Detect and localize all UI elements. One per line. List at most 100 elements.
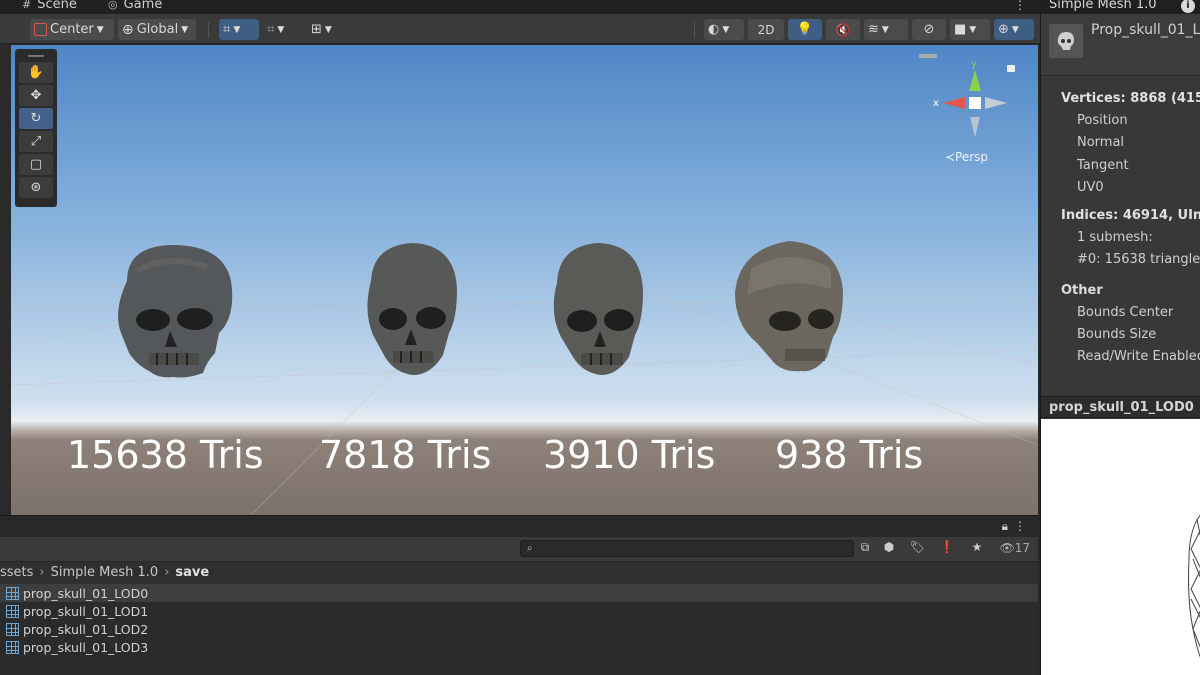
skull-lod2[interactable] [549,241,649,377]
chevron-down-icon: ▼ [722,24,730,35]
list-item[interactable]: prop_skull_01_LOD3 [0,638,1038,656]
chevron-down-icon: ▼ [233,24,241,35]
file-name: prop_skull_01_LOD1 [23,603,149,619]
toggle-2d-button[interactable]: 2D [748,19,784,40]
panel-more-icon[interactable]: ⋮ [1014,519,1026,533]
pivot-label: Center [50,22,94,37]
space-dropdown[interactable]: ⊕ Global ▼ [118,19,196,40]
mesh-icon [6,622,19,636]
inspector-panel: Simple Mesh 1.0 i Prop_skull_01_L Vertic… [1040,0,1200,675]
submesh-0: #0: 15638 triangles [1077,252,1200,268]
gizmo-x-axis[interactable] [943,97,965,109]
inspector-header: Prop_skull_01_L [1041,14,1200,76]
info-icon[interactable]: i [1181,0,1195,13]
vertex-attr: Tangent [1077,157,1129,173]
grid-snap-icon: ⌗ [223,22,231,37]
list-item[interactable]: prop_skull_01_LOD0 [0,584,1038,602]
hand-tool-button[interactable]: ✋ [19,62,53,83]
pivot-dropdown[interactable]: Center ▼ [30,19,114,40]
scene-viewport[interactable]: 15638 Tris 7818 Tris 3910 Tris 938 Tris [11,45,1038,515]
warning-icon[interactable]: ❗ [936,540,958,558]
pivot-icon [34,23,47,36]
search-by-type-icon[interactable]: ⧉ [854,540,876,558]
skull-lod1[interactable] [361,241,461,377]
mesh-preview[interactable] [1041,419,1200,675]
vertex-attr: Position [1077,113,1128,128]
mesh-icon [6,586,19,600]
breadcrumb-simple-mesh[interactable]: Simple Mesh 1.0 [51,565,159,580]
scale-tool-button[interactable]: ⤢ [19,131,53,152]
hidden-objects-toggle[interactable]: ⊘ [912,19,946,40]
breadcrumb-save[interactable]: save [175,565,209,580]
toolbar-divider [694,22,695,38]
camera-dropdown[interactable]: ■ ▼ [950,19,990,40]
project-search-input[interactable]: ⌕ [520,540,854,557]
file-name: prop_skull_01_LOD0 [23,585,149,601]
effects-dropdown[interactable]: ≋ ▼ [864,19,908,40]
search-icon: ⌕ [527,543,533,554]
skull-thumbnail-icon [1057,32,1074,50]
unity-editor: # Scene ◎ Game ⋮ Center ▼ ⊕ Global ▼ ⌗ ▼… [0,0,1200,675]
projection-label[interactable]: ≺Persp [945,150,988,164]
inspector-tab[interactable]: Simple Mesh 1.0 [1049,0,1157,11]
mesh-thumbnail [1049,24,1083,58]
chevron-down-icon: ▼ [181,24,189,35]
gizmo-y-label: y [971,59,977,70]
increment-snap-button[interactable]: ⌗ ▼ [263,19,303,40]
search-by-label-icon[interactable]: ⬢ [878,540,900,558]
gamepad-icon: ◎ [108,0,118,11]
shading-mode-dropdown[interactable]: ◐ ▼ [704,19,744,40]
snap-increment-icon: ⌗ [267,22,275,37]
rect-tool-button[interactable]: ▢ [19,154,53,175]
tab-game[interactable]: ◎ Game [108,0,162,12]
transform-tool-button[interactable]: ⊛ [19,177,53,198]
list-item[interactable]: prop_skull_01_LOD1 [0,602,1038,620]
camera-icon: ■ [954,22,967,37]
shading-sphere-icon: ◐ [708,22,720,37]
scene-tab-bar: # Scene ◎ Game ⋮ [0,0,1040,14]
scale-icon: ⤢ [30,134,42,149]
list-item[interactable]: prop_skull_01_LOD2 [0,620,1038,638]
gizmo-globe-icon: ⊕ [998,22,1009,37]
tag-icon[interactable]: 🏷︎ [906,540,928,558]
gizmos-dropdown[interactable]: ⊕ ▼ [994,19,1034,40]
inspector-title: Prop_skull_01_L [1091,22,1200,38]
gizmo-y-axis[interactable] [969,70,981,91]
gizmo-neg-y-axis[interactable] [970,117,980,137]
file-name: prop_skull_01_LOD2 [23,621,149,637]
scene-toolbar: Center ▼ ⊕ Global ▼ ⌗ ▼ ⌗ ▼ ⊞ ▼ ◐ ▼ 2D 💡… [0,14,1040,44]
lighting-toggle[interactable]: 💡 [788,19,822,40]
grid-snap-button[interactable]: ⌗ ▼ [219,19,259,40]
skull-lod0[interactable] [107,241,237,379]
grid-visibility-button[interactable]: ⊞ ▼ [307,19,347,40]
preview-header[interactable]: prop_skull_01_LOD0 [1041,396,1200,418]
favorite-star-icon[interactable]: ★ [966,540,988,558]
audio-toggle[interactable]: 🔇 [826,19,860,40]
breadcrumb-separator-icon: › [39,565,45,580]
panel-lock-icon[interactable]: 🔒︎ [1002,519,1008,534]
grid-icon: # [22,0,32,11]
skull-lod3[interactable] [731,239,849,375]
mesh-info: Vertices: 8868 (415.7 Position Normal Ta… [1041,76,1200,369]
breadcrumb: ssets › Simple Mesh 1.0 › save [0,562,1038,584]
chevron-down-icon: ▼ [1011,24,1019,35]
toolbar-divider [208,22,209,38]
palette-grip[interactable] [18,52,54,60]
chevron-down-icon: ▼ [324,24,332,35]
chevron-down-icon: ▼ [96,24,104,35]
tris-label-lod2: 3910 Tris [543,433,716,477]
submesh-count: 1 submesh: [1077,230,1153,246]
chevron-down-icon: ▼ [969,24,977,35]
move-tool-button[interactable]: ✥ [19,85,53,106]
more-options-icon[interactable]: ⋮ [1014,0,1026,12]
gizmo-neg-x-axis[interactable] [985,97,1007,109]
rotate-icon: ↻ [30,111,42,126]
tris-label-lod3: 938 Tris [775,433,924,477]
gizmo-center-cube[interactable] [969,97,981,109]
rotate-tool-button[interactable]: ↻ [19,108,53,129]
vertices-header: Vertices: 8868 (415.7 [1061,91,1200,106]
breadcrumb-assets[interactable]: ssets [0,565,33,580]
eye-icon: 👁︎ [999,541,1015,555]
count-value: 17 [1014,541,1030,555]
tab-scene[interactable]: # Scene [22,0,77,12]
